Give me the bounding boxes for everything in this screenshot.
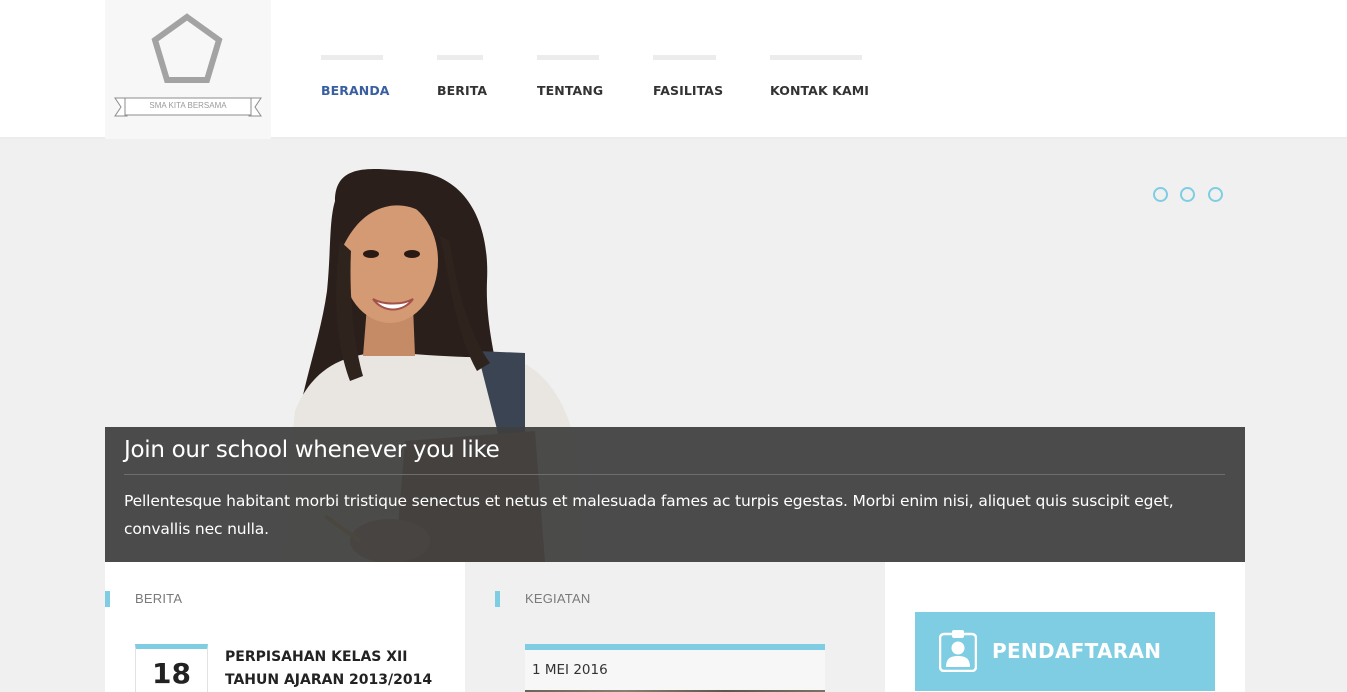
nav-item-kontak-kami[interactable]: KONTAK KAMI: [770, 55, 869, 105]
heading-marker: [105, 591, 110, 607]
school-logo[interactable]: SMA KITA BERSAMA: [105, 0, 271, 139]
slider-dot-2[interactable]: [1180, 187, 1195, 202]
berita-section: BERITA 18 PERPISAHAN KELAS XII TAHUN AJA…: [105, 562, 465, 692]
nav-label: FASILITAS: [653, 83, 724, 98]
caption-divider: [124, 474, 1225, 475]
logo-text: SMA KITA BERSAMA: [149, 101, 227, 110]
kegiatan-section: KEGIATAN 1 MEI 2016: [465, 562, 885, 692]
id-badge-icon: [939, 630, 977, 672]
nav-label: BERANDA: [321, 83, 390, 98]
nav-bar: [537, 55, 599, 60]
event-card[interactable]: 1 MEI 2016: [525, 644, 825, 692]
section-heading-text: KEGIATAN: [525, 591, 591, 606]
nav-label: KONTAK KAMI: [770, 83, 870, 98]
hero-slider: Join our school whenever you like Pellen…: [105, 141, 1245, 562]
pendaftaran-button[interactable]: PENDAFTARAN: [915, 612, 1215, 691]
slider-dot-1[interactable]: [1153, 187, 1168, 202]
slide-caption: Join our school whenever you like Pellen…: [105, 427, 1245, 562]
nav-item-beranda[interactable]: BERANDA: [321, 55, 389, 105]
site-header: SMA KITA BERSAMA BERANDA BERITA TENTANG …: [0, 0, 1347, 139]
section-heading-text: BERITA: [135, 591, 183, 606]
heading-marker: [495, 591, 500, 607]
nav-item-berita[interactable]: BERITA: [437, 55, 487, 105]
nav-label: TENTANG: [537, 83, 604, 98]
event-date: 1 MEI 2016: [532, 662, 608, 678]
pentagon-logo-icon: [114, 13, 262, 117]
slide-text: Pellentesque habitant morbi tristique se…: [124, 492, 1174, 538]
slider-dot-3[interactable]: [1208, 187, 1223, 202]
nav-bar: [321, 55, 383, 60]
news-day: 18: [152, 657, 191, 690]
nav-bar: [770, 55, 862, 60]
nav-bar: [437, 55, 483, 60]
nav-item-tentang[interactable]: TENTANG: [537, 55, 603, 105]
nav-label: BERITA: [437, 83, 488, 98]
pendaftaran-section: PENDAFTARAN: [885, 562, 1245, 692]
nav-item-fasilitas[interactable]: FASILITAS: [653, 55, 723, 105]
nav-bar: [653, 55, 716, 60]
slide-title: Join our school whenever you like: [124, 437, 500, 463]
news-date-badge: 18: [135, 644, 208, 692]
pendaftaran-label: PENDAFTARAN: [992, 639, 1162, 663]
news-title-link[interactable]: PERPISAHAN KELAS XII TAHUN AJARAN 2013/2…: [225, 646, 455, 692]
